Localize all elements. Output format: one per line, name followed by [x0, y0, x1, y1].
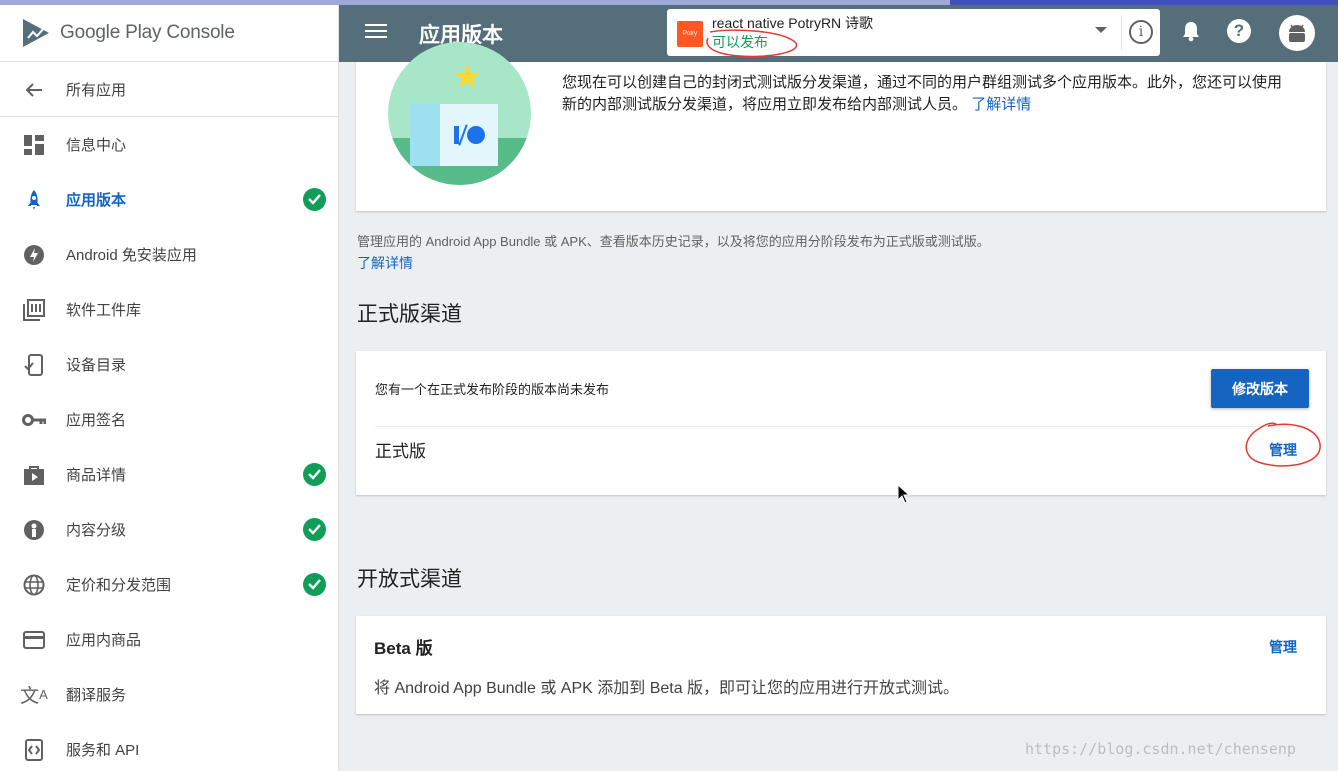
sidebar-item-label: 应用签名: [66, 412, 127, 429]
bell-icon[interactable]: [1178, 18, 1204, 44]
sidebar-item-label: 应用版本: [66, 192, 127, 209]
io-box-illustration: [410, 104, 498, 166]
mouse-cursor-icon: [897, 484, 911, 504]
app-name: react native PotryRN 诗歌: [712, 15, 874, 31]
promo-text: 您现在可以创建自己的封闭式测试版分发渠道，通过不同的用户群组测试多个应用版本。此…: [562, 72, 1282, 116]
sidebar-item-in-app-products[interactable]: 应用内商品: [0, 612, 338, 667]
brand[interactable]: Google Play Console: [0, 5, 338, 62]
sidebar-item-all-apps[interactable]: 所有应用: [0, 62, 338, 117]
store-icon: [22, 463, 46, 487]
dashboard-icon: [22, 133, 46, 157]
brand-name: Google Play Console: [60, 22, 235, 43]
star-icon: ★: [452, 58, 483, 96]
key-icon: [22, 408, 46, 432]
sidebar-item-label: 信息中心: [66, 137, 127, 154]
sidebar-item-content-rating[interactable]: 内容分级: [0, 502, 338, 557]
production-track-card: 您有一个在正式发布阶段的版本尚未发布 修改版本 正式版 管理: [356, 351, 1326, 495]
divider: [1121, 15, 1122, 50]
promo-learn-more-link[interactable]: 了解详情: [971, 96, 1031, 113]
app-status: 可以发布: [712, 34, 768, 50]
section-title-open-track: 开放式渠道: [357, 568, 462, 591]
sidebar-item-label: 内容分级: [66, 522, 127, 539]
beta-description: 将 Android App Bundle 或 APK 添加到 Beta 版，即可…: [374, 680, 960, 697]
track-name-beta: Beta 版: [374, 639, 433, 658]
unpublished-release-message: 您有一个在正式发布阶段的版本尚未发布: [375, 382, 610, 397]
promo-body: 您现在可以创建自己的封闭式测试版分发渠道，通过不同的用户群组测试多个应用版本。此…: [562, 74, 1283, 113]
info-icon[interactable]: i: [1129, 20, 1153, 44]
sidebar-item-label: 设备目录: [66, 357, 127, 374]
check-icon: [303, 518, 326, 541]
sidebar-item-artifact-library[interactable]: 软件工件库: [0, 282, 338, 337]
section-title-production: 正式版渠道: [357, 303, 462, 326]
sidebar-item-pricing-distribution[interactable]: 定价和分发范围: [0, 557, 338, 612]
help-icon[interactable]: ?: [1227, 19, 1251, 43]
play-console-logo-icon: [23, 19, 49, 47]
api-icon: [22, 738, 46, 762]
avatar[interactable]: [1279, 15, 1315, 51]
page-description: 管理应用的 Android App Bundle 或 APK、查看版本历史记录，…: [357, 234, 990, 249]
track-name-production: 正式版: [375, 442, 426, 461]
sidebar-item-label: 所有应用: [66, 82, 127, 99]
sidebar-item-translation-service[interactable]: 文A 翻译服务: [0, 667, 338, 722]
rating-icon: [22, 518, 46, 542]
arrow-back-icon: [22, 78, 46, 102]
manage-beta-link[interactable]: 管理: [1269, 637, 1297, 657]
sidebar-item-label: Android 免安装应用: [66, 247, 197, 264]
sidebar-item-dashboard[interactable]: 信息中心: [0, 117, 338, 172]
check-icon: [303, 463, 326, 486]
sidebar-item-label: 服务和 API: [66, 742, 140, 759]
globe-icon: [22, 573, 46, 597]
bolt-icon: [22, 243, 46, 267]
divider: [375, 426, 1309, 427]
check-icon: [303, 188, 326, 211]
sidebar-item-app-releases[interactable]: 应用版本: [0, 172, 338, 227]
sidebar-item-services-api[interactable]: 服务和 API: [0, 722, 338, 771]
app-switcher[interactable]: Potry react native PotryRN 诗歌 可以发布 i: [667, 9, 1160, 56]
check-icon: [303, 573, 326, 596]
sidebar-item-store-listing[interactable]: 商品详情: [0, 447, 338, 502]
sidebar-item-label: 商品详情: [66, 467, 127, 484]
sidebar-item-label: 应用内商品: [66, 632, 142, 649]
sidebar-item-label: 软件工件库: [66, 302, 142, 319]
app-icon: Potry: [677, 21, 703, 47]
sidebar-item-label: 定价和分发范围: [66, 577, 172, 594]
menu-icon[interactable]: [365, 21, 387, 41]
beta-track-card: Beta 版 管理 将 Android App Bundle 或 APK 添加到…: [356, 616, 1326, 714]
sidebar: Google Play Console 所有应用 信息中心 应用版本 Andro…: [0, 5, 339, 771]
translate-icon: 文A: [20, 686, 48, 707]
manage-production-link[interactable]: 管理: [1269, 440, 1297, 460]
device-icon: [22, 353, 46, 377]
watermark: https://blog.csdn.net/chensenp: [1025, 740, 1296, 758]
card-icon: [22, 628, 46, 652]
promo-card: ★ 您现在可以创建自己的封闭式测试版分发渠道，通过不同的用户群组测试多个应用版本…: [356, 42, 1326, 211]
sidebar-item-label: 翻译服务: [66, 687, 127, 704]
library-icon: [22, 298, 46, 322]
chevron-down-icon[interactable]: [1095, 27, 1107, 33]
sidebar-item-app-signing[interactable]: 应用签名: [0, 392, 338, 447]
sidebar-item-instant-apps[interactable]: Android 免安装应用: [0, 227, 338, 282]
edit-release-button[interactable]: 修改版本: [1211, 369, 1309, 408]
sidebar-item-device-catalog[interactable]: 设备目录: [0, 337, 338, 392]
learn-more-link[interactable]: 了解详情: [357, 253, 413, 273]
rocket-icon: [22, 188, 46, 212]
